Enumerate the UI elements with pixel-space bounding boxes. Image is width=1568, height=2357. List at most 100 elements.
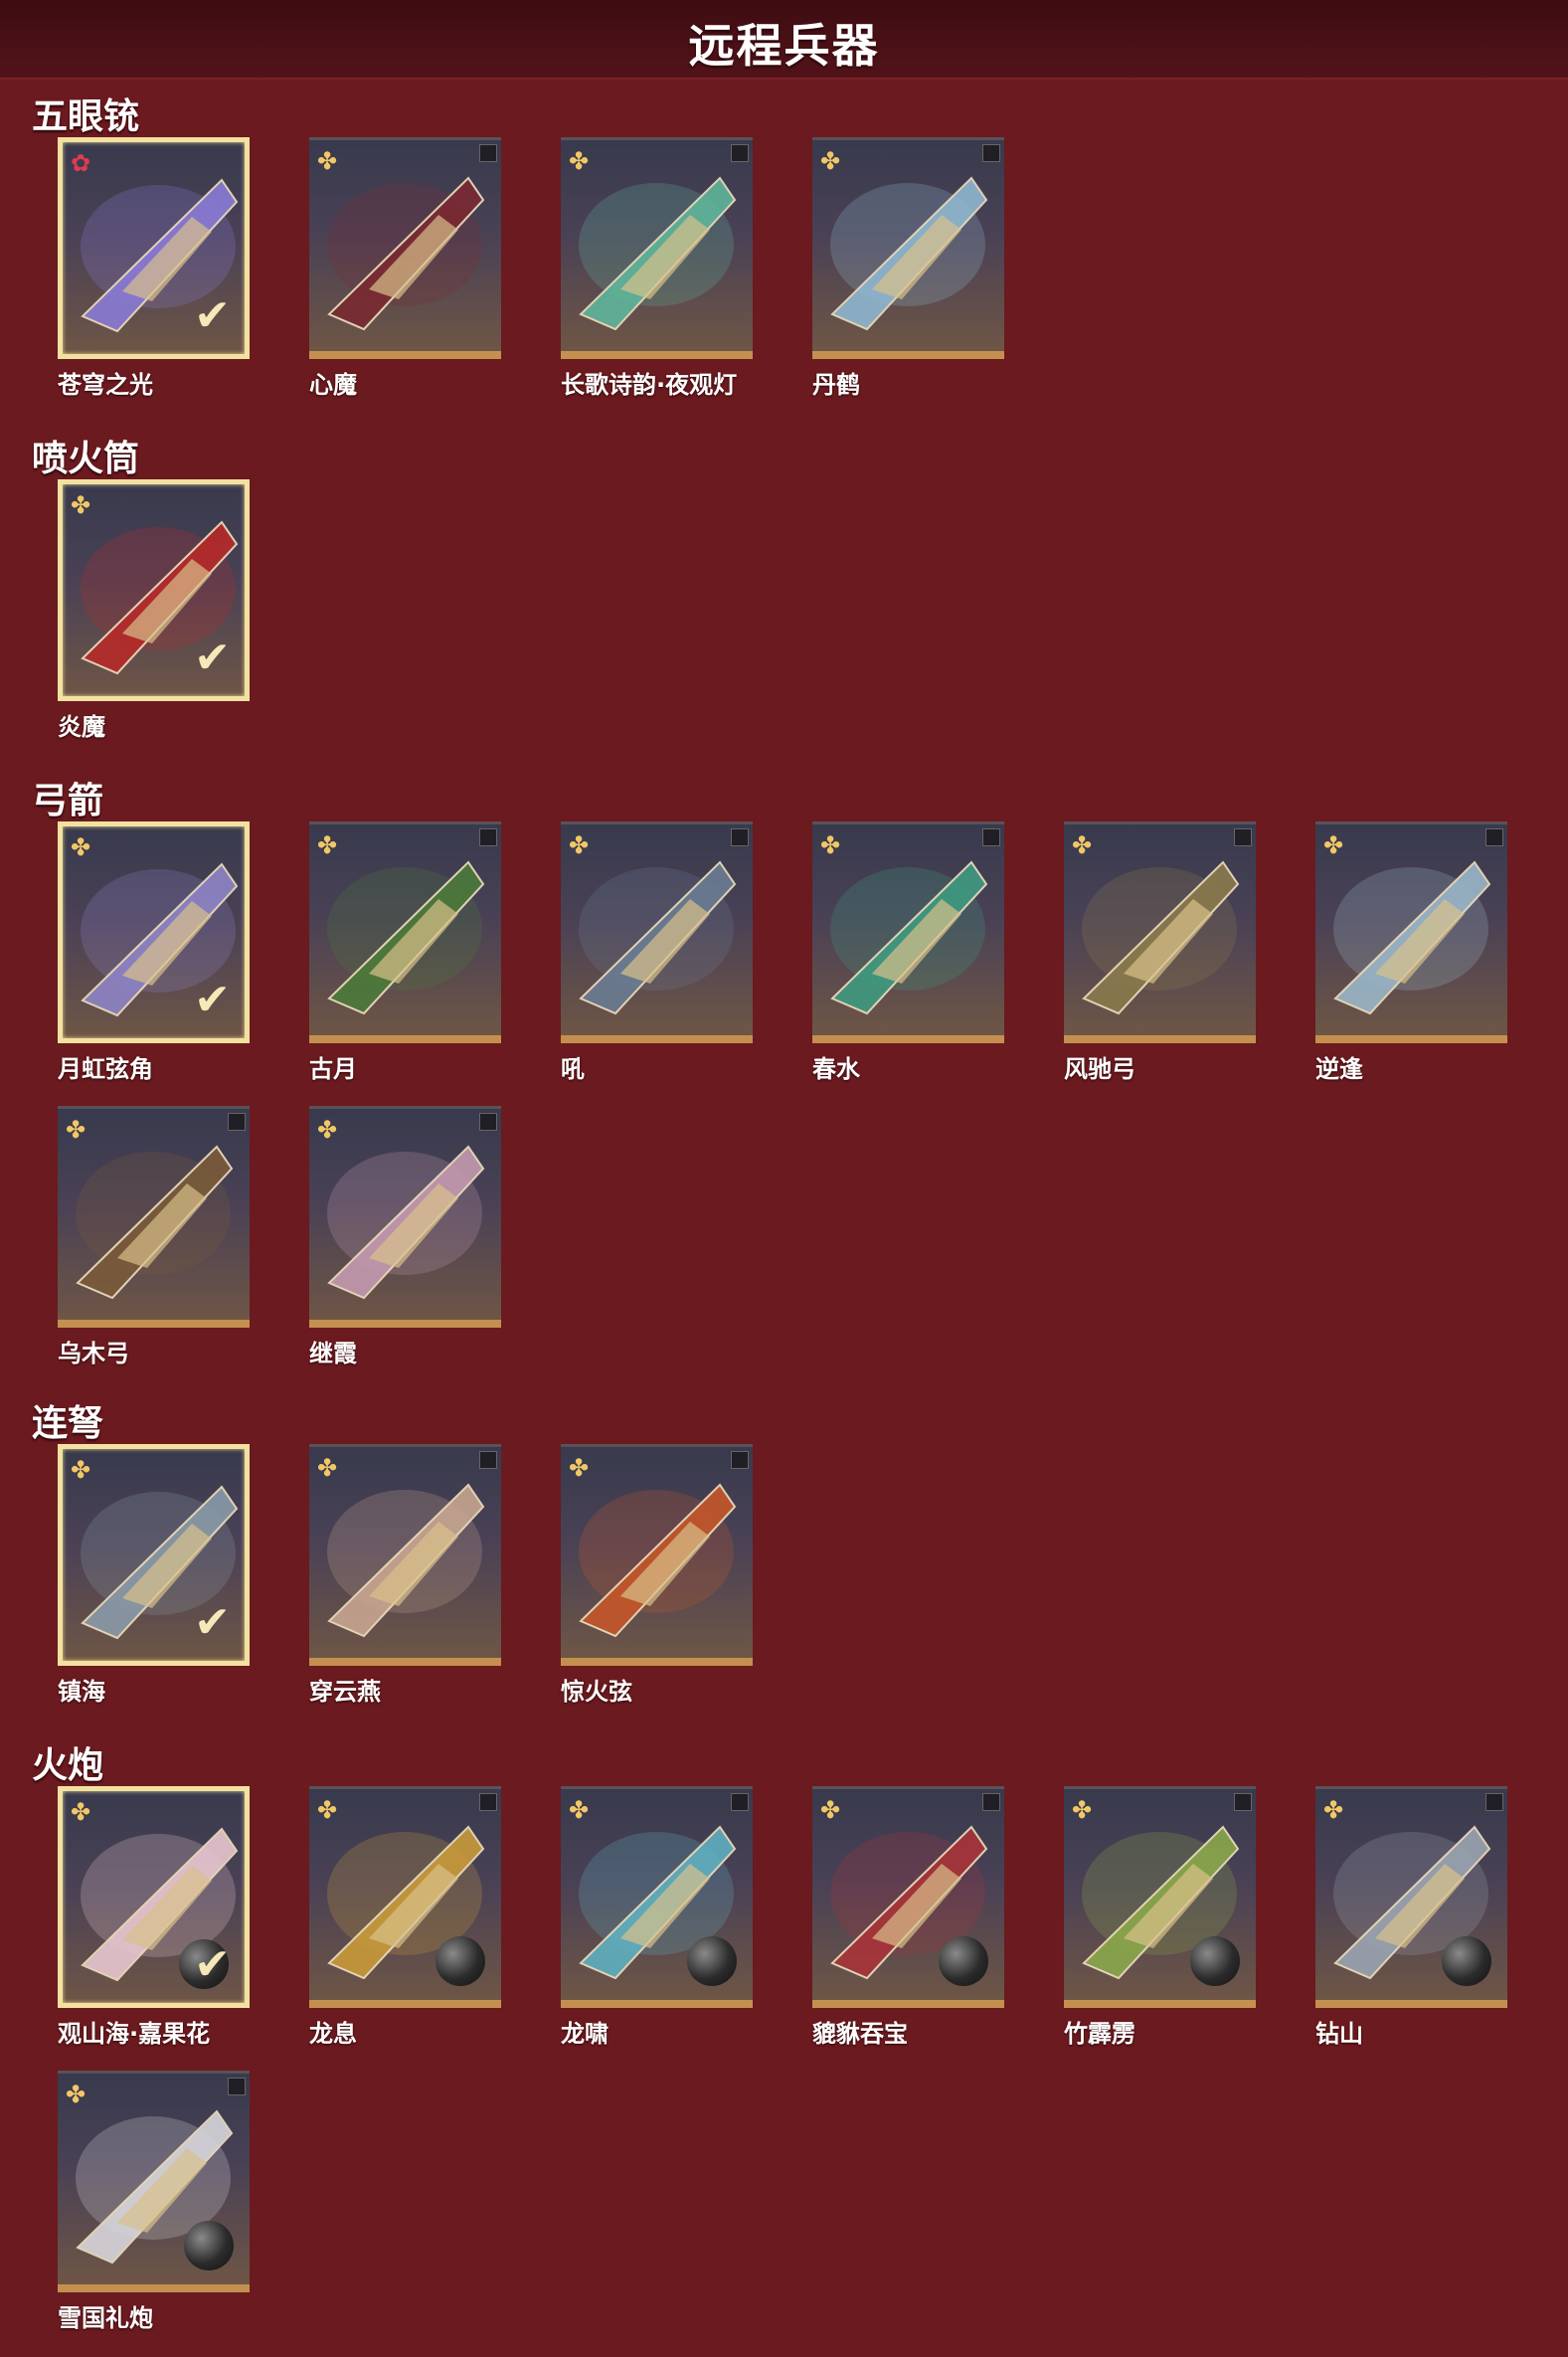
weapon-thumbnail[interactable]: ✤ ✔: [58, 821, 250, 1043]
weapon-card[interactable]: ✤ 逆逢: [1315, 821, 1507, 1084]
flower-badge-icon: ✤: [820, 147, 841, 175]
checkmark-icon: ✔: [194, 633, 231, 683]
corner-tag-icon: [1234, 828, 1252, 846]
flower-badge-icon: ✤: [820, 831, 841, 859]
flower-badge-icon: ✤: [569, 147, 590, 175]
cannonball-icon: [939, 1936, 988, 1986]
flower-badge-icon: ✤: [71, 833, 91, 861]
weapon-thumbnail[interactable]: ✤ ✔: [58, 1786, 250, 2008]
corner-tag-icon: [731, 828, 749, 846]
corner-tag-icon: [982, 828, 1000, 846]
flower-badge-icon: ✤: [317, 1454, 338, 1482]
weapon-thumbnail[interactable]: ✤: [561, 1786, 753, 2008]
weapon-card[interactable]: ✤ 惊火弦: [561, 1444, 753, 1707]
weapon-card[interactable]: ✤ ✔ 月虹弦角: [58, 821, 250, 1084]
weapon-thumbnail[interactable]: ✤: [812, 137, 1004, 359]
weapon-name: 貔貅吞宝: [812, 2020, 908, 2048]
weapon-card[interactable]: ✤ 雪国礼炮: [58, 2071, 250, 2333]
weapon-thumbnail[interactable]: ✤: [1315, 1786, 1507, 2008]
page-title: 远程兵器: [688, 19, 880, 73]
cannonball-icon: [1442, 1936, 1491, 1986]
weapon-thumbnail[interactable]: ✤: [309, 1786, 501, 2008]
weapon-thumbnail[interactable]: ✤: [309, 821, 501, 1043]
weapon-thumbnail[interactable]: ✤: [58, 1106, 250, 1328]
weapon-thumbnail[interactable]: ✤ ✔: [58, 1444, 250, 1666]
weapon-name: 龙啸: [561, 2020, 609, 2048]
weapon-name: 丹鹤: [812, 371, 860, 399]
weapon-card[interactable]: ✤ 继霞: [309, 1106, 501, 1368]
corner-tag-icon: [479, 144, 497, 162]
corner-tag-icon: [479, 828, 497, 846]
weapon-thumbnail[interactable]: ✤: [561, 821, 753, 1043]
weapon-name: 苍穹之光: [58, 371, 153, 399]
weapon-card[interactable]: ✤ 风驰弓: [1064, 821, 1256, 1084]
weapon-name: 乌木弓: [58, 1340, 129, 1367]
weapon-card[interactable]: ✤ 穿云燕: [309, 1444, 501, 1707]
weapon-card[interactable]: ✤ 吼: [561, 821, 753, 1084]
weapon-art-icon: [579, 176, 737, 331]
flower-badge-icon: ✤: [1072, 831, 1093, 859]
cannonball-icon: [1190, 1936, 1240, 1986]
weapon-card[interactable]: ✤ 古月: [309, 821, 501, 1084]
weapon-name: 炎魔: [58, 713, 105, 741]
weapon-card[interactable]: ✤ 长歌诗韵·夜观灯: [561, 137, 753, 400]
flower-badge-icon: ✤: [820, 1796, 841, 1824]
weapon-card[interactable]: ✤ ✔ 炎魔: [58, 479, 250, 742]
weapon-card[interactable]: ✤ ✔ 镇海: [58, 1444, 250, 1707]
weapon-name: 竹霹雳: [1064, 2020, 1135, 2048]
weapon-thumbnail[interactable]: ✤: [561, 137, 753, 359]
weapon-card[interactable]: ✤ 乌木弓: [58, 1106, 250, 1368]
weapon-thumbnail[interactable]: ✤: [309, 137, 501, 359]
weapon-card[interactable]: ✤ 春水: [812, 821, 1004, 1084]
weapon-art-icon: [579, 860, 737, 1015]
corner-tag-icon: [479, 1451, 497, 1469]
weapon-name: 雪国礼炮: [58, 2304, 153, 2332]
flower-badge-icon: ✤: [317, 1796, 338, 1824]
corner-tag-icon: [982, 144, 1000, 162]
weapon-card[interactable]: ✤ 貔貅吞宝: [812, 1786, 1004, 2049]
weapon-thumbnail[interactable]: ✤: [58, 2071, 250, 2292]
weapon-card[interactable]: ✤ ✔ 观山海·嘉果花: [58, 1786, 250, 2049]
corner-tag-icon: [731, 1451, 749, 1469]
flower-badge-icon: ✤: [569, 831, 590, 859]
weapon-card[interactable]: ✤ 钻山: [1315, 1786, 1507, 2049]
weapon-art-icon: [327, 1145, 485, 1300]
weapon-name: 风驰弓: [1064, 1055, 1135, 1083]
weapon-thumbnail[interactable]: ✤: [812, 1786, 1004, 2008]
flower-badge-icon: ✤: [569, 1796, 590, 1824]
weapon-card[interactable]: ✿ ✔ 苍穹之光: [58, 137, 250, 400]
weapon-card[interactable]: ✤ 龙息: [309, 1786, 501, 2049]
checkmark-icon: ✔: [194, 975, 231, 1025]
weapon-card[interactable]: ✤ 丹鹤: [812, 137, 1004, 400]
corner-tag-icon: [731, 1793, 749, 1811]
flower-badge-icon: ✤: [66, 1116, 87, 1144]
weapon-thumbnail[interactable]: ✤: [1315, 821, 1507, 1043]
checkmark-icon: ✔: [194, 1939, 231, 1990]
weapon-name: 惊火弦: [561, 1678, 632, 1706]
weapon-thumbnail[interactable]: ✤: [309, 1444, 501, 1666]
weapon-name: 继霞: [309, 1340, 357, 1367]
corner-tag-icon: [228, 1113, 246, 1131]
weapon-card[interactable]: ✤ 心魔: [309, 137, 501, 400]
flower-badge-icon: ✤: [317, 147, 338, 175]
weapon-thumbnail[interactable]: ✤ ✔: [58, 479, 250, 701]
section-title: 喷火筒: [32, 439, 140, 479]
weapon-thumbnail[interactable]: ✿ ✔: [58, 137, 250, 359]
flower-badge-icon: ✤: [317, 1116, 338, 1144]
weapon-thumbnail[interactable]: ✤: [561, 1444, 753, 1666]
weapon-art-icon: [579, 1483, 737, 1638]
section-title: 五眼铳: [32, 96, 140, 137]
weapon-card[interactable]: ✤ 竹霹雳: [1064, 1786, 1256, 2049]
weapon-card[interactable]: ✤ 龙啸: [561, 1786, 753, 2049]
weapon-thumbnail[interactable]: ✤: [1064, 1786, 1256, 2008]
weapon-name: 观山海·嘉果花: [58, 2020, 211, 2048]
flower-badge-icon: ✤: [66, 2081, 87, 2108]
weapon-thumbnail[interactable]: ✤: [309, 1106, 501, 1328]
weapon-thumbnail[interactable]: ✤: [1064, 821, 1256, 1043]
weapon-thumbnail[interactable]: ✤: [812, 821, 1004, 1043]
weapon-art-icon: [327, 1483, 485, 1638]
corner-tag-icon: [1234, 1793, 1252, 1811]
checkmark-icon: ✔: [194, 290, 231, 341]
cannonball-icon: [687, 1936, 737, 1986]
section-title: 连弩: [32, 1403, 104, 1444]
